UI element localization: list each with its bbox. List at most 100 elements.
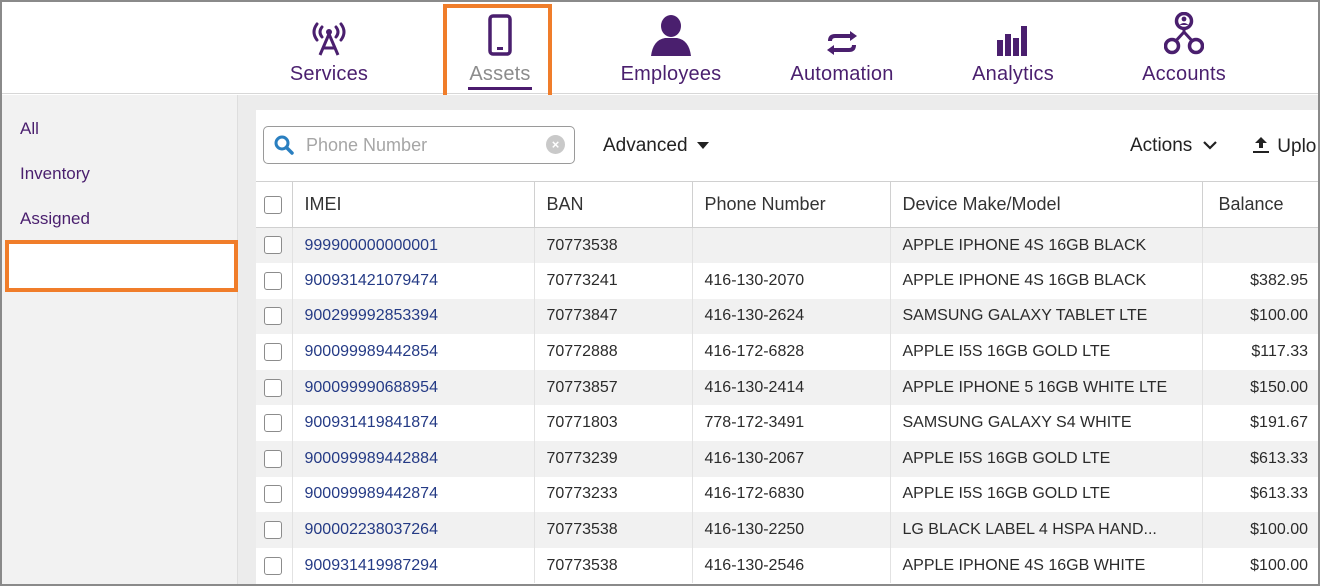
nav-services[interactable]: Services xyxy=(278,2,380,94)
table-row[interactable]: 900099989442884 70773239 416-130-2067 APPLE… xyxy=(256,441,1318,477)
clear-icon[interactable]: × xyxy=(546,135,565,154)
cell-ban: 70773538 xyxy=(534,512,693,548)
search-box[interactable]: × xyxy=(263,126,575,164)
top-nav: Services Assets Employees Automation Ana… xyxy=(2,2,1318,94)
cell-phone-number: 416-130-2067 xyxy=(692,441,891,477)
nav-label: Automation xyxy=(790,63,894,85)
app-window: Services Assets Employees Automation Ana… xyxy=(0,0,1320,586)
row-checkbox[interactable] xyxy=(264,236,282,255)
actions-menu[interactable]: Actions xyxy=(1130,135,1217,157)
assets-panel: × Advanced Actions xyxy=(256,110,1318,584)
cell-ban: 70773241 xyxy=(534,263,693,299)
table-body: 999900000000001 70773538 APPLE IPHONE 4S 1… xyxy=(256,227,1318,584)
cell-ban: 70773847 xyxy=(534,298,693,335)
sidebar-item-inventory[interactable]: Inventory xyxy=(20,164,90,184)
row-checkbox[interactable] xyxy=(264,378,282,397)
table-row[interactable]: 900002238037264 70773538 416-130-2250 LG BL… xyxy=(256,512,1318,548)
nav-automation[interactable]: Automation xyxy=(780,2,904,94)
cell-imei-link[interactable]: 900099989442854 xyxy=(292,334,535,370)
row-checkbox[interactable] xyxy=(264,556,282,575)
row-checkbox[interactable] xyxy=(264,520,282,539)
cell-ban: 70773538 xyxy=(534,547,693,584)
cell-imei-link[interactable]: 900002238037264 xyxy=(292,512,535,548)
bar-chart-icon xyxy=(995,2,1031,64)
cell-phone-number: 416-130-2070 xyxy=(692,263,891,299)
table-row[interactable]: 900931419987294 70773538 416-130-2546 APPLE… xyxy=(256,547,1318,584)
cell-imei-link[interactable]: 900099989442884 xyxy=(292,441,535,477)
cell-phone-number: 416-130-2414 xyxy=(692,369,891,406)
cell-imei-link[interactable]: 900931419987294 xyxy=(292,547,535,584)
row-checkbox[interactable] xyxy=(264,414,282,433)
cell-phone-number: 416-172-6830 xyxy=(692,476,891,513)
table-row[interactable]: 900099990688954 70773857 416-130-2414 APPLE… xyxy=(256,369,1318,406)
row-checkbox-cell xyxy=(256,547,293,584)
row-checkbox-cell xyxy=(256,476,293,513)
cell-phone-number: 416-130-2624 xyxy=(692,298,891,335)
cell-device-make-model: APPLE I5S 16GB GOLD LTE xyxy=(890,441,1203,477)
table-row[interactable]: 900099989442854 70772888 416-172-6828 APPLE… xyxy=(256,334,1318,370)
caret-down-icon xyxy=(696,141,709,149)
row-checkbox[interactable] xyxy=(264,342,282,361)
cell-device-make-model: APPLE I5S 16GB GOLD LTE xyxy=(890,334,1203,370)
table-row[interactable]: 999900000000001 70773538 APPLE IPHONE 4S 1… xyxy=(256,227,1318,264)
select-all-cell xyxy=(256,181,293,228)
upload-label: Uplo xyxy=(1277,136,1317,157)
cell-ban: 70773538 xyxy=(534,227,693,264)
cell-imei-link[interactable]: 999900000000001 xyxy=(292,227,535,264)
cell-imei-link[interactable]: 900099989442874 xyxy=(292,476,535,513)
cell-device-make-model: SAMSUNG GALAXY TABLET LTE xyxy=(890,298,1203,335)
column-header-device-make-model[interactable]: Device Make/Model xyxy=(890,181,1203,228)
row-checkbox-cell xyxy=(256,298,293,335)
row-checkbox[interactable] xyxy=(264,449,282,468)
cell-balance: $150.00 xyxy=(1202,369,1318,406)
sidebar-item-all[interactable]: All xyxy=(20,119,39,139)
column-header-imei[interactable]: IMEI xyxy=(292,181,535,228)
phone-icon xyxy=(488,2,512,64)
cell-imei-link[interactable]: 900931421079474 xyxy=(292,263,535,299)
person-icon xyxy=(649,2,693,64)
repeat-arrows-icon xyxy=(822,2,862,64)
table-row[interactable]: 900931419841874 70771803 778-172-3491 SAMSU… xyxy=(256,405,1318,442)
cell-balance xyxy=(1202,227,1318,264)
search-icon xyxy=(274,135,294,160)
table-row[interactable]: 900099989442874 70773233 416-172-6830 APPLE… xyxy=(256,476,1318,513)
cell-ban: 70773239 xyxy=(534,441,693,477)
table-row[interactable]: 900299992853394 70773847 416-130-2624 SAMSU… xyxy=(256,298,1318,335)
upload-icon xyxy=(1253,137,1269,153)
cell-phone-number: 778-172-3491 xyxy=(692,405,891,442)
cell-imei-link[interactable]: 900099990688954 xyxy=(292,369,535,406)
column-header-ban[interactable]: BAN xyxy=(534,181,693,228)
nav-label: Services xyxy=(289,63,369,85)
row-checkbox[interactable] xyxy=(264,307,282,326)
select-all-checkbox[interactable] xyxy=(264,196,282,215)
row-checkbox-cell xyxy=(256,369,293,406)
column-header-phone-number[interactable]: Phone Number xyxy=(692,181,891,228)
cell-ban: 70772888 xyxy=(534,334,693,370)
nav-label: Analytics xyxy=(972,63,1054,85)
column-header-balance[interactable]: Balance xyxy=(1202,181,1318,228)
row-checkbox[interactable] xyxy=(264,485,282,504)
inventory-highlight-box xyxy=(5,240,238,292)
active-tab-underline xyxy=(468,87,532,90)
toolbar: × Advanced Actions xyxy=(256,110,1318,180)
cell-imei-link[interactable]: 900931419841874 xyxy=(292,405,535,442)
nav-accounts[interactable]: Accounts xyxy=(1132,2,1236,94)
nav-analytics[interactable]: Analytics xyxy=(962,2,1064,94)
sidebar-item-assigned[interactable]: Assigned xyxy=(20,209,90,229)
search-input[interactable] xyxy=(306,133,536,157)
cell-phone-number xyxy=(692,227,891,264)
cell-device-make-model: APPLE IPHONE 4S 16GB WHITE xyxy=(890,547,1203,584)
cell-balance: $117.33 xyxy=(1251,343,1308,361)
cell-phone-number: 416-172-6828 xyxy=(692,334,891,370)
table-row[interactable]: 900931421079474 70773241 416-130-2070 APPLE… xyxy=(256,263,1318,299)
cell-ban: 70771803 xyxy=(534,405,693,442)
cell-imei-link[interactable]: 900299992853394 xyxy=(292,298,535,335)
nav-assets[interactable]: Assets xyxy=(451,2,549,94)
chevron-down-icon xyxy=(1202,141,1217,151)
nav-employees[interactable]: Employees xyxy=(610,2,732,94)
cell-device-make-model: APPLE IPHONE 5 16GB WHITE LTE xyxy=(890,369,1203,406)
main-content: × Advanced Actions xyxy=(238,95,1318,584)
advanced-search-toggle[interactable]: Advanced xyxy=(603,135,709,157)
row-checkbox[interactable] xyxy=(264,271,282,290)
upload-button[interactable]: Uplo xyxy=(1253,135,1316,158)
